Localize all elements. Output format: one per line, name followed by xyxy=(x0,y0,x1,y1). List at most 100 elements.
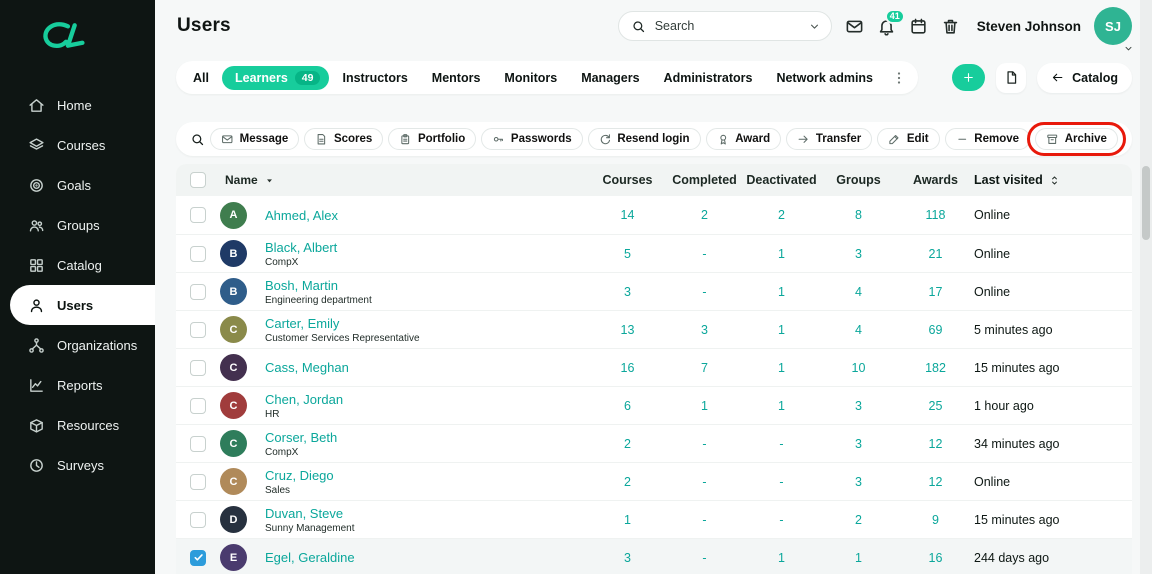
tab-learners[interactable]: Learners 49 xyxy=(221,65,330,90)
sort-icon[interactable] xyxy=(1048,174,1061,187)
sidebar-item-organizations[interactable]: Organizations xyxy=(0,325,155,365)
document-button[interactable] xyxy=(996,62,1027,93)
row-checkbox[interactable] xyxy=(190,435,206,452)
completed-count-link[interactable]: 2 xyxy=(701,208,708,222)
user-name-link[interactable]: Black, Albert xyxy=(265,240,589,255)
more-tabs-icon[interactable] xyxy=(891,70,907,86)
column-header-groups[interactable]: Groups xyxy=(820,173,897,187)
deactivated-count-link[interactable]: 1 xyxy=(778,323,785,337)
deactivated-count-link[interactable]: 1 xyxy=(778,247,785,261)
awards-count-link[interactable]: 69 xyxy=(929,323,943,337)
user-name[interactable]: Steven Johnson xyxy=(977,19,1081,34)
calendar-icon[interactable] xyxy=(909,17,928,36)
passwords-button[interactable]: Passwords xyxy=(481,127,583,151)
groups-count-link[interactable]: 4 xyxy=(855,285,862,299)
deactivated-count-link[interactable]: 1 xyxy=(778,285,785,299)
sidebar-item-home[interactable]: Home xyxy=(0,85,155,125)
awards-count-link[interactable]: 21 xyxy=(929,247,943,261)
portfolio-button[interactable]: Portfolio xyxy=(388,127,477,151)
deactivated-count-link[interactable]: 1 xyxy=(778,551,785,565)
avatar[interactable]: B xyxy=(220,278,247,305)
table-search-icon[interactable] xyxy=(190,132,205,147)
groups-count-link[interactable]: 2 xyxy=(855,513,862,527)
groups-count-link[interactable]: 3 xyxy=(855,399,862,413)
row-checkbox[interactable] xyxy=(190,359,206,376)
column-header-deactivated[interactable]: Deactivated xyxy=(743,173,820,187)
edit-button[interactable]: Edit xyxy=(877,127,940,151)
avatar[interactable]: C xyxy=(220,392,247,419)
sidebar-item-goals[interactable]: Goals xyxy=(0,165,155,205)
completed-count-link[interactable]: 7 xyxy=(701,361,708,375)
user-name-link[interactable]: Ahmed, Alex xyxy=(265,208,589,223)
avatar[interactable]: D xyxy=(220,506,247,533)
awards-count-link[interactable]: 16 xyxy=(929,551,943,565)
deactivated-count-link[interactable]: 1 xyxy=(778,361,785,375)
avatar[interactable]: SJ xyxy=(1094,7,1132,51)
avatar[interactable]: C xyxy=(220,430,247,457)
awards-count-link[interactable]: 12 xyxy=(929,437,943,451)
groups-count-link[interactable]: 8 xyxy=(855,208,862,222)
awards-count-link[interactable]: 118 xyxy=(926,208,946,222)
chevron-down-icon[interactable] xyxy=(1123,43,1134,54)
column-header-name[interactable]: Name xyxy=(220,173,589,187)
groups-count-link[interactable]: 10 xyxy=(852,361,866,375)
row-checkbox[interactable] xyxy=(190,283,206,300)
completed-count-link[interactable]: 3 xyxy=(701,323,708,337)
sidebar-item-catalog[interactable]: Catalog xyxy=(0,245,155,285)
courses-count-link[interactable]: 16 xyxy=(621,361,635,375)
avatar[interactable]: A xyxy=(220,201,247,229)
sidebar-item-courses[interactable]: Courses xyxy=(0,125,155,165)
courses-count-link[interactable]: 13 xyxy=(621,323,635,337)
sidebar-item-reports[interactable]: Reports xyxy=(0,365,155,405)
awards-count-link[interactable]: 17 xyxy=(929,285,943,299)
tab-managers[interactable]: Managers xyxy=(570,66,650,90)
mail-icon[interactable] xyxy=(845,17,864,36)
row-checkbox[interactable] xyxy=(190,473,206,490)
tab-administrators[interactable]: Administrators xyxy=(653,66,764,90)
groups-count-link[interactable]: 4 xyxy=(855,323,862,337)
courses-count-link[interactable]: 6 xyxy=(624,399,631,413)
column-header-last-visited[interactable]: Last visited xyxy=(974,173,1132,187)
groups-count-link[interactable]: 3 xyxy=(855,437,862,451)
archive-button[interactable]: Archive xyxy=(1035,127,1118,151)
courses-count-link[interactable]: 3 xyxy=(624,285,631,299)
awards-count-link[interactable]: 12 xyxy=(929,475,943,489)
catalog-button[interactable]: Catalog xyxy=(1037,62,1132,93)
sidebar-item-users[interactable]: Users xyxy=(10,285,155,325)
sort-desc-icon[interactable] xyxy=(263,174,276,187)
completed-count-link[interactable]: - xyxy=(702,437,706,451)
courses-count-link[interactable]: 2 xyxy=(624,437,631,451)
row-checkbox[interactable] xyxy=(190,245,206,262)
awards-count-link[interactable]: 9 xyxy=(932,513,939,527)
courses-count-link[interactable]: 14 xyxy=(621,208,635,222)
deactivated-count-link[interactable]: - xyxy=(779,475,783,489)
courses-count-link[interactable]: 3 xyxy=(624,551,631,565)
row-checkbox[interactable] xyxy=(190,321,206,338)
scrollbar-thumb[interactable] xyxy=(1142,166,1150,240)
avatar[interactable]: C xyxy=(220,468,247,495)
scores-button[interactable]: Scores xyxy=(304,127,384,151)
avatar[interactable]: C xyxy=(220,316,247,343)
deactivated-count-link[interactable]: 2 xyxy=(778,208,785,222)
user-name-link[interactable]: Corser, Beth xyxy=(265,430,589,445)
resend-login-button[interactable]: Resend login xyxy=(587,127,701,151)
app-logo-icon[interactable] xyxy=(0,0,155,59)
select-all-checkbox[interactable] xyxy=(190,172,206,188)
add-user-button[interactable] xyxy=(952,64,986,91)
user-name-link[interactable]: Chen, Jordan xyxy=(265,392,589,407)
awards-count-link[interactable]: 25 xyxy=(929,399,943,413)
deactivated-count-link[interactable]: - xyxy=(779,437,783,451)
tab-mentors[interactable]: Mentors xyxy=(421,66,492,90)
deactivated-count-link[interactable]: - xyxy=(779,513,783,527)
bell-icon[interactable]: 41 xyxy=(877,8,905,36)
remove-button[interactable]: Remove xyxy=(944,127,1031,151)
row-checkbox[interactable] xyxy=(190,207,206,223)
tab-monitors[interactable]: Monitors xyxy=(493,66,568,90)
user-name-link[interactable]: Carter, Emily xyxy=(265,316,589,331)
tab-network-admins[interactable]: Network admins xyxy=(765,66,884,90)
user-name-link[interactable]: Cruz, Diego xyxy=(265,468,589,483)
tab-all[interactable]: All xyxy=(182,66,220,90)
search-input[interactable]: Search xyxy=(617,11,832,41)
tab-instructors[interactable]: Instructors xyxy=(331,66,418,90)
user-name-link[interactable]: Duvan, Steve xyxy=(265,506,589,521)
